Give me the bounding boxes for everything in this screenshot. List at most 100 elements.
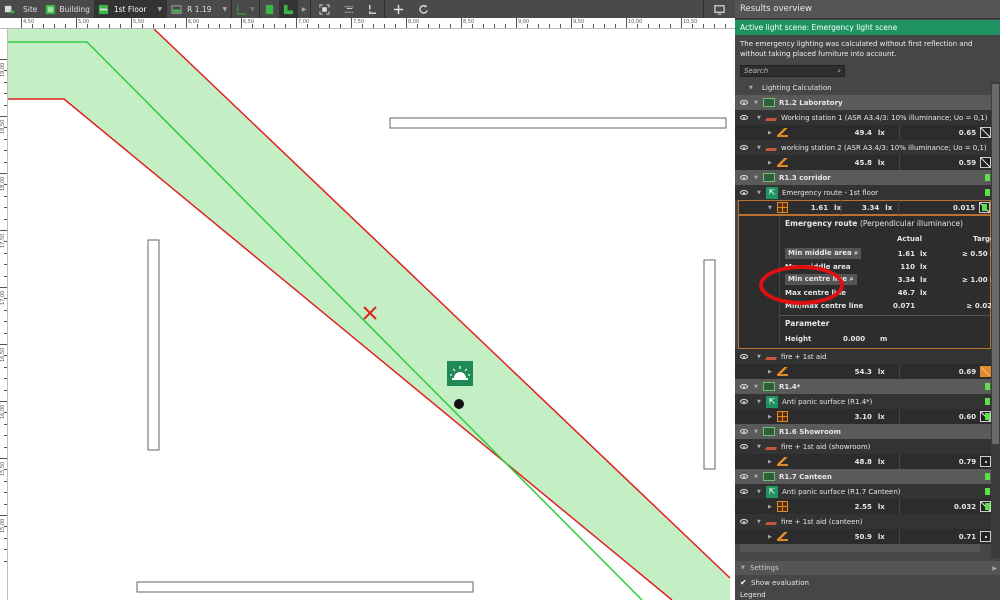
visibility-eye-icon[interactable] — [740, 474, 748, 479]
status-ok-icon — [985, 413, 990, 420]
search-input[interactable]: Search ⌕ — [740, 65, 845, 77]
tree-row-values[interactable]: ▶ 48.8 lx 0.79 — [735, 454, 991, 469]
fit-view-button[interactable] — [311, 0, 338, 18]
monitor-button[interactable] — [704, 0, 735, 18]
tree-row-values[interactable]: ▶ 45.8 lx 0.59 — [735, 155, 991, 170]
tree-row-label: fire + 1st aid (canteen) — [781, 517, 863, 526]
ruler-tick — [4, 81, 7, 83]
chevron-down-icon: ▼ — [250, 5, 255, 13]
tree-row-room[interactable]: ▼ R1.2 Laboratory — [735, 95, 991, 110]
unit-label: lx — [877, 532, 885, 541]
building-button[interactable]: Building — [41, 0, 93, 18]
chevron-right-icon[interactable]: ▶ — [768, 459, 777, 465]
tree-row-values-selected[interactable]: ▼ 1.61 lx 3.34 lx 0.015 — [738, 200, 991, 215]
chevron-right-icon[interactable]: ▶ — [768, 504, 777, 510]
illuminance-value: 3.10 — [854, 412, 872, 421]
tree-row-calculation[interactable]: ▼ working station 2 (ASR A3.4/3: 10% illu… — [735, 140, 991, 155]
dimension-button[interactable] — [338, 0, 361, 18]
chevron-down-icon[interactable]: ▼ — [754, 100, 763, 106]
ruler-tick — [472, 24, 473, 28]
floor-dropdown[interactable]: 1st Floor ▼ — [93, 0, 167, 18]
visibility-eye-icon[interactable] — [740, 145, 748, 150]
box-tool[interactable] — [260, 0, 279, 18]
ruler-tick — [483, 24, 484, 28]
chevron-right-icon[interactable]: ▶ — [768, 369, 777, 375]
floor-plan-canvas[interactable] — [8, 29, 735, 600]
tree-row-room[interactable]: ▼ R1.3 corridor — [735, 170, 991, 185]
locate-point-button[interactable]: Min middle area ⌕ — [785, 248, 862, 259]
unit-label: lx — [877, 457, 885, 466]
tree-row-room[interactable]: ▼ R1.7 Canteen — [735, 469, 991, 484]
visibility-eye-icon[interactable] — [740, 115, 748, 120]
ruler-tick — [230, 24, 231, 28]
tree-row-calculation[interactable]: ▼ fire + 1st aid (showroom) — [735, 439, 991, 454]
tree-row-calculation[interactable]: ▼ ⇱ Emergency route - 1st floor — [735, 185, 991, 200]
panel-title: Results overview — [735, 0, 1000, 19]
room-dropdown[interactable]: R 1.19 ▼ — [167, 0, 231, 18]
l-shape-tool[interactable]: ▼ — [232, 0, 259, 18]
l-shape-selected-tool[interactable] — [278, 0, 298, 18]
chevron-down-icon[interactable]: ▼ — [754, 175, 763, 181]
chevron-down-icon[interactable]: ▼ — [754, 429, 763, 435]
tree-row-values[interactable]: ▶ 2.55 lx 0.032 — [735, 499, 991, 514]
uniformity-icon — [980, 456, 991, 467]
emergency-exit-icon: ⇱ — [766, 395, 778, 408]
ruler-tick — [43, 24, 44, 28]
tree-row-values[interactable]: ▶ 49.4 lx 0.65 — [735, 125, 991, 140]
visibility-eye-icon[interactable] — [740, 444, 748, 449]
illuminance-value: 48.8 — [854, 457, 872, 466]
ruler-tick — [4, 207, 7, 209]
show-evaluation-checkbox[interactable]: ✔ Show evaluation — [740, 579, 809, 588]
ruler-tick — [4, 435, 7, 437]
tree-row-values[interactable]: ▶ 50.9 lx 0.71 — [735, 529, 991, 544]
visibility-eye-icon[interactable] — [740, 489, 748, 494]
move-button[interactable] — [385, 0, 412, 18]
ruler-tick — [4, 93, 7, 95]
chevron-right-icon[interactable]: ▶ — [768, 414, 777, 420]
value-cell: 0.60 — [900, 409, 976, 424]
more-button[interactable]: ▶ — [298, 0, 311, 18]
tree-row-calculation[interactable]: ▼ Working station 1 (ASR A3.4/3: 10% illu… — [735, 110, 991, 125]
visibility-eye-icon[interactable] — [740, 175, 748, 180]
visibility-eye-icon[interactable] — [740, 100, 748, 105]
chevron-right-icon[interactable]: ▶ — [768, 534, 777, 540]
ruler-tick — [21, 18, 22, 28]
vertical-scrollbar[interactable] — [991, 82, 1000, 558]
visibility-eye-icon[interactable] — [740, 429, 748, 434]
lighting-calculation-node[interactable]: ▼ Lighting Calculation — [735, 81, 832, 95]
tree-row-room[interactable]: ▼ R1.4* — [735, 379, 991, 394]
tree-row-calculation[interactable]: ▼ fire + 1st aid (canteen) — [735, 514, 991, 529]
chevron-right-icon[interactable]: ▶ — [768, 160, 777, 166]
measure-button[interactable] — [361, 0, 384, 18]
rotate-button[interactable] — [412, 0, 435, 18]
chevron-down-icon[interactable]: ▼ — [757, 399, 766, 405]
chevron-down-icon[interactable]: ▼ — [757, 489, 766, 495]
scrollbar-thumb[interactable] — [992, 84, 999, 444]
tree-row-calculation[interactable]: ▼ ⇱ Anti panic surface (R1.4*) — [735, 394, 991, 409]
chevron-down-icon: ▼ — [768, 204, 772, 211]
ruler-tick — [186, 18, 187, 28]
chevron-down-icon[interactable]: ▼ — [754, 474, 763, 480]
site-button[interactable]: Site — [19, 0, 41, 18]
ruler-tick — [307, 24, 308, 28]
visibility-eye-icon[interactable] — [740, 190, 748, 195]
tree-row-values[interactable]: ▶ 3.10 lx 0.60 — [735, 409, 991, 424]
chevron-right-icon[interactable]: ▶ — [768, 130, 777, 136]
uniformity-icon — [980, 366, 991, 377]
visibility-eye-icon[interactable] — [740, 384, 748, 389]
add-view-button[interactable] — [0, 0, 19, 18]
tree-row-values[interactable]: ▶ 54.3 lx 0.69 — [735, 364, 991, 379]
horizontal-scrollbar[interactable] — [740, 544, 980, 552]
room-icon — [171, 4, 182, 14]
visibility-eye-icon[interactable] — [740, 354, 748, 359]
chevron-down-icon[interactable]: ▼ — [754, 384, 763, 390]
settings-section-header[interactable]: ▼ Settings ▶ — [735, 561, 1000, 575]
visibility-eye-icon[interactable] — [740, 399, 748, 404]
tree-row-calculation[interactable]: ▼ fire + 1st aid — [735, 349, 991, 364]
tree-row-room[interactable]: ▼ R1.6 Showroom — [735, 424, 991, 439]
tree-row-label: R1.2 Laboratory — [779, 98, 843, 107]
chevron-down-icon[interactable]: ▼ — [757, 190, 766, 196]
tree-row-calculation[interactable]: ▼ ⇱ Anti panic surface (R1.7 Canteen) — [735, 484, 991, 499]
visibility-eye-icon[interactable] — [740, 519, 748, 524]
emergency-luminaire-icon[interactable] — [447, 361, 473, 386]
